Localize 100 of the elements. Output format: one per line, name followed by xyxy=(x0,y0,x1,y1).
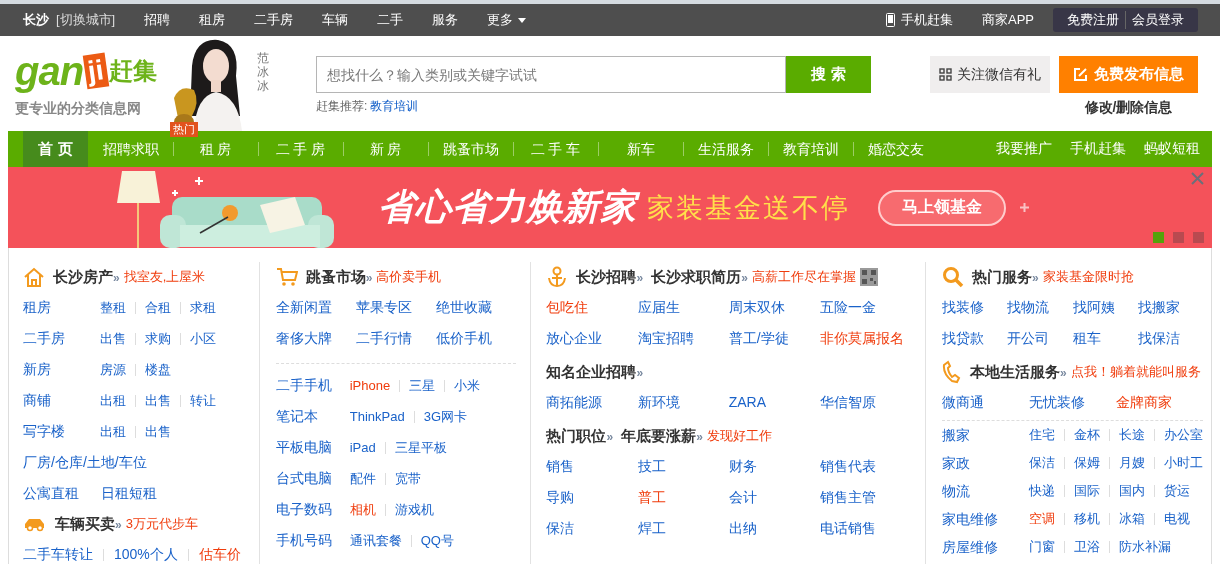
category-link[interactable]: 手机号码 xyxy=(275,525,350,556)
top-nav-link[interactable]: 二手房 xyxy=(254,11,294,29)
search-field[interactable]: 想找什么？输入类别或关键字试试 xyxy=(316,56,786,93)
category-link[interactable]: 放心企业 xyxy=(546,323,638,354)
category-link[interactable]: 日租短租 xyxy=(101,478,157,509)
category-link[interactable]: 周末双休 xyxy=(728,292,820,323)
category-link[interactable]: 搬家 xyxy=(942,421,1029,449)
category-link[interactable]: 租车 xyxy=(1072,323,1138,354)
category-link[interactable]: 华信智原 xyxy=(819,387,911,418)
section-title-link[interactable]: 热门服务» xyxy=(972,267,1039,287)
category-link[interactable]: 二手行情 xyxy=(355,323,437,354)
edit-delete-link[interactable]: 修改/删除信息 xyxy=(1084,99,1173,117)
promo-link[interactable]: 家装基金限时抢 xyxy=(1042,268,1134,286)
subcategory-link[interactable]: 金杯 xyxy=(1074,421,1100,449)
promo-banner[interactable]: 省心省力焕新家 家装基金送不停 马上领基金 xyxy=(8,167,1212,248)
category-link[interactable]: 淘宝招聘 xyxy=(637,323,729,354)
top-nav-link[interactable]: 二手 xyxy=(377,11,404,29)
section-title-link[interactable]: 知名企业招聘» xyxy=(546,362,644,382)
section-title-link[interactable]: 年底要涨薪» xyxy=(621,426,703,446)
category-link[interactable]: 台式电脑 xyxy=(275,463,350,494)
subcategory-link[interactable]: 相机 xyxy=(349,494,376,525)
subcategory-link[interactable]: 保姆 xyxy=(1074,449,1100,477)
subcategory-link[interactable]: 通讯套餐 xyxy=(349,525,402,556)
subcategory-link[interactable]: 三星平板 xyxy=(394,432,447,463)
section-title-link[interactable]: 长沙招聘» xyxy=(576,267,644,287)
promo-link[interactable]: 高价卖手机 xyxy=(376,268,442,286)
category-link[interactable]: 找贷款 xyxy=(942,323,1008,354)
subcategory-link[interactable]: 出售 xyxy=(100,323,126,354)
category-link[interactable]: 微商通 xyxy=(942,387,1029,418)
category-link[interactable]: 二手车转让 xyxy=(23,539,93,564)
subcategory-link[interactable]: 小时工 xyxy=(1164,449,1203,477)
category-link[interactable]: 导购 xyxy=(546,482,638,513)
slide-indicator[interactable] xyxy=(1153,232,1164,243)
subcategory-link[interactable]: 出售 xyxy=(145,385,171,416)
subcategory-link[interactable]: 移机 xyxy=(1074,505,1100,533)
recommend-link[interactable]: 教育培训 xyxy=(370,99,419,113)
subcategory-link[interactable]: iPhone xyxy=(349,370,391,401)
category-link[interactable]: 会计 xyxy=(728,482,820,513)
close-icon[interactable] xyxy=(1191,172,1204,185)
subcategory-link[interactable]: 小区 xyxy=(190,323,216,354)
subcategory-link[interactable]: 宽带 xyxy=(394,463,421,494)
subcategory-link[interactable]: 货运 xyxy=(1164,477,1190,505)
nav-tab[interactable]: 首 页 xyxy=(23,131,88,167)
subcategory-link[interactable]: 国内 xyxy=(1119,477,1145,505)
wechat-button[interactable]: 关注微信有礼 xyxy=(930,56,1050,93)
category-link[interactable]: 销售主管 xyxy=(819,482,911,513)
category-link[interactable]: ZARA xyxy=(728,387,820,418)
subcategory-link[interactable]: 小米 xyxy=(454,370,481,401)
category-link[interactable]: 物流 xyxy=(942,477,1029,505)
promo-link[interactable]: 点我！躺着就能叫服务 xyxy=(1070,363,1201,381)
subcategory-link[interactable]: 出售 xyxy=(145,416,171,447)
category-link[interactable]: 找保洁 xyxy=(1137,323,1203,354)
category-link[interactable]: 平板电脑 xyxy=(275,432,350,463)
promo-link[interactable]: 找室友,上屋米 xyxy=(123,268,206,286)
category-link[interactable]: 应届生 xyxy=(637,292,729,323)
category-link[interactable]: 电子数码 xyxy=(275,494,350,525)
category-link[interactable]: 租房 xyxy=(23,292,100,323)
section-title-link[interactable]: 长沙求职简历» xyxy=(651,267,748,287)
category-link[interactable]: 非你莫属报名 xyxy=(819,323,911,354)
mobile-app-link[interactable]: 手机赶集 xyxy=(901,11,953,29)
subcategory-link[interactable]: 3G网卡 xyxy=(423,401,467,432)
category-link[interactable]: 公寓直租 xyxy=(23,478,79,509)
promo-link[interactable]: 高薪工作尽在掌握 xyxy=(751,268,856,286)
merchant-app-link[interactable]: 商家APP xyxy=(982,11,1034,29)
subcategory-link[interactable]: 保洁 xyxy=(1029,449,1055,477)
section-title-link[interactable]: 车辆买卖» xyxy=(55,514,122,534)
register-link[interactable]: 免费注册 xyxy=(1061,11,1126,29)
subcategory-link[interactable]: QQ号 xyxy=(420,525,454,556)
more-menu[interactable]: 更多 xyxy=(487,11,527,29)
subcategory-link[interactable]: 三星 xyxy=(409,370,436,401)
category-link[interactable]: 销售 xyxy=(546,451,638,482)
category-link[interactable]: 包吃住 xyxy=(546,292,638,323)
promo-link[interactable]: 3万元代步车 xyxy=(125,515,198,533)
category-link[interactable]: 二手手机 xyxy=(275,370,350,401)
subcategory-link[interactable]: 国际 xyxy=(1074,477,1100,505)
category-link[interactable]: 技工 xyxy=(637,451,729,482)
category-link[interactable]: 保洁 xyxy=(546,513,638,544)
category-link[interactable]: 厂房/仓库/土地/车位 xyxy=(23,447,147,478)
ganji-logo[interactable]: gan ji 赶集 xyxy=(15,50,170,92)
category-link[interactable]: 绝世收藏 xyxy=(436,292,517,323)
category-link[interactable]: 找阿姨 xyxy=(1072,292,1138,323)
subcategory-link[interactable]: 房源 xyxy=(100,354,126,385)
category-link[interactable]: 开公司 xyxy=(1007,323,1073,354)
subcategory-link[interactable]: 长途 xyxy=(1119,421,1145,449)
category-link[interactable]: 二手房 xyxy=(23,323,100,354)
subcategory-link[interactable]: 住宅 xyxy=(1029,421,1055,449)
subcategory-link[interactable]: 月嫂 xyxy=(1119,449,1145,477)
subcategory-link[interactable]: iPad xyxy=(349,432,376,463)
subcategory-link[interactable]: 出租 xyxy=(100,385,126,416)
subcategory-link[interactable]: 游戏机 xyxy=(394,494,434,525)
category-link[interactable]: 家政 xyxy=(942,449,1029,477)
category-link[interactable]: 全新闲置 xyxy=(275,292,356,323)
subcategory-link[interactable]: 出租 xyxy=(100,416,126,447)
subcategory-link[interactable]: 电视 xyxy=(1164,505,1190,533)
login-link[interactable]: 会员登录 xyxy=(1126,11,1190,29)
top-nav-link[interactable]: 车辆 xyxy=(322,11,349,29)
subcategory-link[interactable]: 门窗 xyxy=(1029,533,1055,561)
category-link[interactable]: 五险一金 xyxy=(819,292,911,323)
category-link[interactable]: 写字楼 xyxy=(23,416,100,447)
subcategory-link[interactable]: 卫浴 xyxy=(1074,533,1100,561)
